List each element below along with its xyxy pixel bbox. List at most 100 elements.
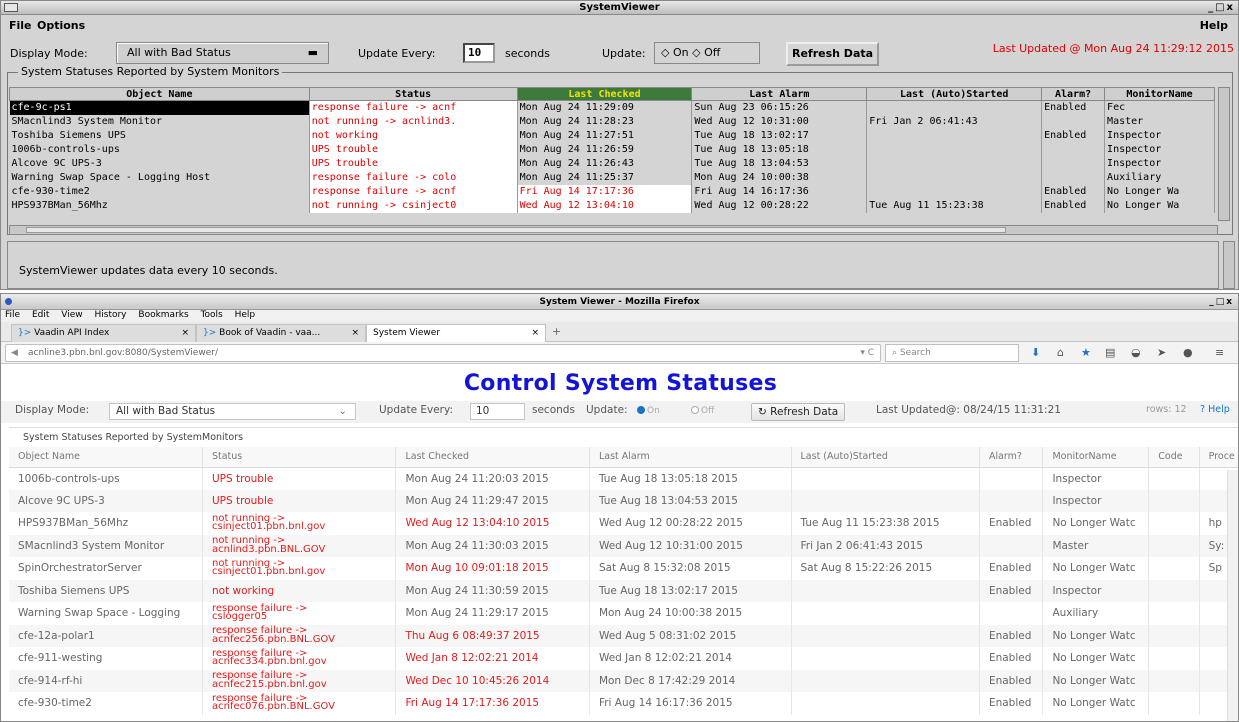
on-radio-icon[interactable]: ◇ (661, 46, 669, 59)
grid-row[interactable]: SMacnlind3 System Monitor not running -> a… (9, 534, 1238, 557)
menu-file[interactable]: File (5, 310, 20, 320)
col-alarm[interactable]: Alarm? (979, 447, 1044, 468)
menu-file[interactable]: File (9, 19, 32, 32)
download-icon[interactable]: ⬇ (1031, 346, 1040, 359)
send-icon[interactable]: ➤ (1157, 346, 1166, 359)
col-status[interactable]: Status (308, 87, 518, 101)
col-last-checked[interactable]: Last Checked (516, 87, 693, 101)
grid-row[interactable]: 1006b-controls-ups UPS trouble Mon Aug 24 … (9, 467, 1238, 490)
bookmarks-library-icon[interactable]: ▤ (1105, 346, 1115, 359)
back-icon[interactable]: ◀ (11, 345, 18, 361)
grid-row[interactable]: SpinOrchestratorServer not running -> csin… (9, 557, 1238, 580)
display-mode-dropdown[interactable]: All with Bad Status ▬ (116, 42, 329, 64)
menu-history[interactable]: History (94, 310, 126, 320)
search-input[interactable]: ⌕ Search (885, 344, 1019, 362)
on-radio[interactable]: On (637, 406, 660, 416)
table-row[interactable]: Toshiba Siemens UPS not working Mon Aug … (9, 128, 1215, 143)
table-row[interactable]: cfe-930-time2 response failure -> acnf F… (9, 184, 1215, 199)
message-scrollbar[interactable] (1223, 241, 1235, 289)
refresh-data-button[interactable]: Refresh Data (786, 42, 880, 66)
table-row[interactable]: cfe-9c-ps1 response failure -> acnf Mon … (9, 100, 1215, 115)
col-process[interactable]: Proce (1199, 447, 1238, 468)
grid-row[interactable]: cfe-911-westing response failure -> acnfec… (9, 647, 1238, 670)
display-mode-select[interactable]: All with Bad Status ⌄ (109, 403, 356, 420)
col-object-name[interactable]: Object Name (9, 87, 310, 101)
message-text: SystemViewer updates data every 10 secon… (19, 264, 278, 277)
off-radio-icon[interactable]: ◇ (692, 46, 700, 59)
chat-icon[interactable]: ● (1183, 346, 1193, 359)
menu-tools[interactable]: Tools (201, 310, 223, 320)
url-bar[interactable]: ◀ acnline3.pbn.bnl.gov:8080/SystemViewer… (5, 344, 881, 362)
grid-row[interactable]: cfe-930-time2 response failure -> acnfec07… (9, 692, 1238, 715)
refresh-icon: ↻ (758, 406, 767, 418)
scrollbar-thumb[interactable] (26, 227, 1006, 233)
menu-options[interactable]: Options (37, 19, 85, 32)
col-last-alarm[interactable]: Last Alarm (589, 447, 792, 468)
table-row[interactable]: Alcove 9C UPS-3 UPS trouble Mon Aug 24 1… (9, 156, 1215, 171)
col-monitor-name[interactable]: MonitorName (1042, 447, 1150, 468)
col-code[interactable]: Code (1148, 447, 1200, 468)
col-status[interactable]: Status (202, 447, 397, 468)
col-last-checked[interactable]: Last Checked (395, 447, 590, 468)
firefox-window-controls-icon[interactable]: _□x (1209, 294, 1234, 310)
on-radio-label[interactable]: On (673, 46, 689, 59)
table-row[interactable]: 1006b-controls-ups UPS trouble Mon Aug 2… (9, 142, 1215, 157)
grid-row[interactable]: Alcove 9C UPS-3 UPS trouble Mon Aug 24 11:… (9, 489, 1238, 512)
col-object-name[interactable]: Object Name (9, 447, 203, 468)
cell-name: Alcove 9C UPS-3 (9, 156, 310, 171)
bookmark-star-icon[interactable]: ★ (1081, 346, 1091, 359)
home-icon[interactable]: ⌂ (1057, 346, 1064, 359)
col-last-alarm[interactable]: Last Alarm (691, 87, 868, 101)
reload-icon[interactable]: ▾ C (860, 345, 874, 361)
page-vertical-scrollbar[interactable] (1227, 470, 1238, 721)
firefox-titlebar[interactable]: System Viewer - Mozilla Firefox _□x (1, 294, 1238, 310)
col-alarm[interactable]: Alarm? (1041, 87, 1106, 101)
table-row[interactable]: HPS937BMan_56Mhz not running -> csinject… (9, 198, 1215, 213)
table-vertical-scrollbar[interactable] (1218, 87, 1230, 221)
grid-row[interactable]: cfe-914-rf-hi response failure -> acnfec21… (9, 669, 1238, 692)
grid-row[interactable]: cfe-12a-polar1 response failure -> acnfec2… (9, 624, 1238, 647)
refresh-data-button[interactable]: ↻ Refresh Data (751, 403, 846, 421)
window-title: SystemViewer (579, 2, 660, 13)
help-label: Help (1208, 404, 1230, 415)
table-row[interactable]: SMacnlind3 System Monitor not running ->… (9, 114, 1215, 129)
cell-status: response failure -> acnf (309, 100, 518, 115)
tab-vaadin-api[interactable]: }> Vaadin API Index × (11, 324, 196, 342)
off-radio[interactable]: Off (691, 406, 714, 416)
update-every-input[interactable]: 10 (470, 403, 525, 420)
pocket-icon[interactable]: ◒ (1131, 346, 1141, 359)
grid-row[interactable]: HPS937BMan_56Mhz not running -> csinject01… (9, 512, 1238, 535)
on-radio-icon[interactable] (637, 406, 645, 414)
grid-row[interactable]: Warning Swap Space - Logging response fai… (9, 602, 1238, 625)
menu-help[interactable]: Help (1200, 19, 1228, 32)
close-tab-icon[interactable]: × (351, 325, 359, 341)
off-radio-label[interactable]: Off (704, 46, 720, 59)
motif-titlebar[interactable]: SystemViewer _□x (1, 1, 1238, 15)
cell-status: response failure -> cslogger05 (202, 602, 397, 625)
menu-view[interactable]: View (61, 310, 82, 320)
tab-book-of-vaadin[interactable]: }> Book of Vaadin - vaa... × (196, 324, 366, 342)
col-last-started[interactable]: Last (Auto)Started (866, 87, 1043, 101)
off-radio-icon[interactable] (691, 406, 699, 414)
close-tab-icon[interactable]: × (181, 325, 189, 341)
col-last-started[interactable]: Last (Auto)Started (791, 447, 980, 468)
menu-bookmarks[interactable]: Bookmarks (138, 310, 188, 320)
close-tab-icon[interactable]: × (531, 325, 539, 341)
hamburger-menu-icon[interactable]: ≡ (1215, 346, 1224, 359)
table-row[interactable]: Warning Swap Space - Logging Host respon… (9, 170, 1215, 185)
cell-started (866, 170, 1043, 185)
cell-checked: Mon Aug 24 11:30:03 2015 (395, 534, 590, 557)
col-monitor-name[interactable]: MonitorName (1104, 87, 1215, 101)
table-horizontal-scrollbar[interactable] (9, 225, 1218, 235)
menu-help[interactable]: Help (235, 310, 256, 320)
tab-system-viewer[interactable]: System Viewer × (366, 324, 546, 343)
window-controls-icon[interactable]: _□x (1208, 1, 1235, 15)
update-every-input[interactable]: 10 (463, 43, 495, 63)
cell-alarm-on: Enabled (1041, 128, 1106, 143)
new-tab-icon[interactable]: + (552, 325, 561, 338)
cell-name: SMacnlind3 System Monitor (9, 534, 203, 557)
grid-row[interactable]: Toshiba Siemens UPS not working Mon Aug 24… (9, 579, 1238, 602)
cell-status: response failure -> acnf (309, 184, 518, 199)
menu-edit[interactable]: Edit (32, 310, 49, 320)
help-link[interactable]: ? Help (1200, 404, 1230, 415)
